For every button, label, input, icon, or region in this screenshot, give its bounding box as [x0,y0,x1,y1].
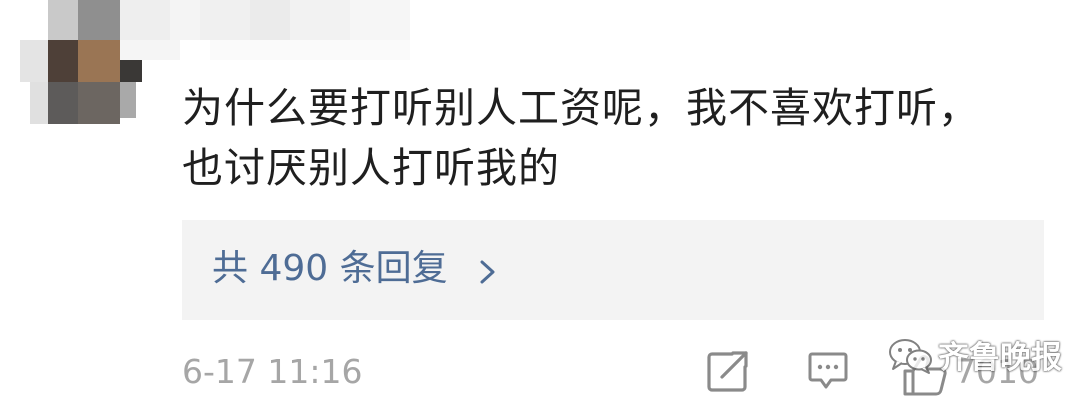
chevron-right-icon [480,260,496,288]
comment-line: 也讨厌别人打听我的 [182,144,560,192]
comment-card: 为什么要打听别人工资呢，我不喜欢打听， 也讨厌别人打听我的 共 490 条回复 … [0,0,1080,403]
wechat-logo-icon [888,337,934,379]
watermark: 齐鲁晚报 [888,336,1062,380]
share-icon[interactable] [706,349,750,393]
username-blurred[interactable] [120,0,420,62]
replies-count-label: 共 490 条回复 [212,248,448,289]
view-replies-button[interactable]: 共 490 条回复 [182,220,1044,320]
comment-line: 为什么要打听别人工资呢，我不喜欢打听， [182,84,980,132]
watermark-text: 齐鲁晚报 [938,340,1062,376]
comment-timestamp: 6-17 11:16 [182,352,363,391]
comment-text: 为什么要打听别人工资呢，我不喜欢打听， 也讨厌别人打听我的 [182,78,1042,198]
comment-icon[interactable] [808,351,848,391]
